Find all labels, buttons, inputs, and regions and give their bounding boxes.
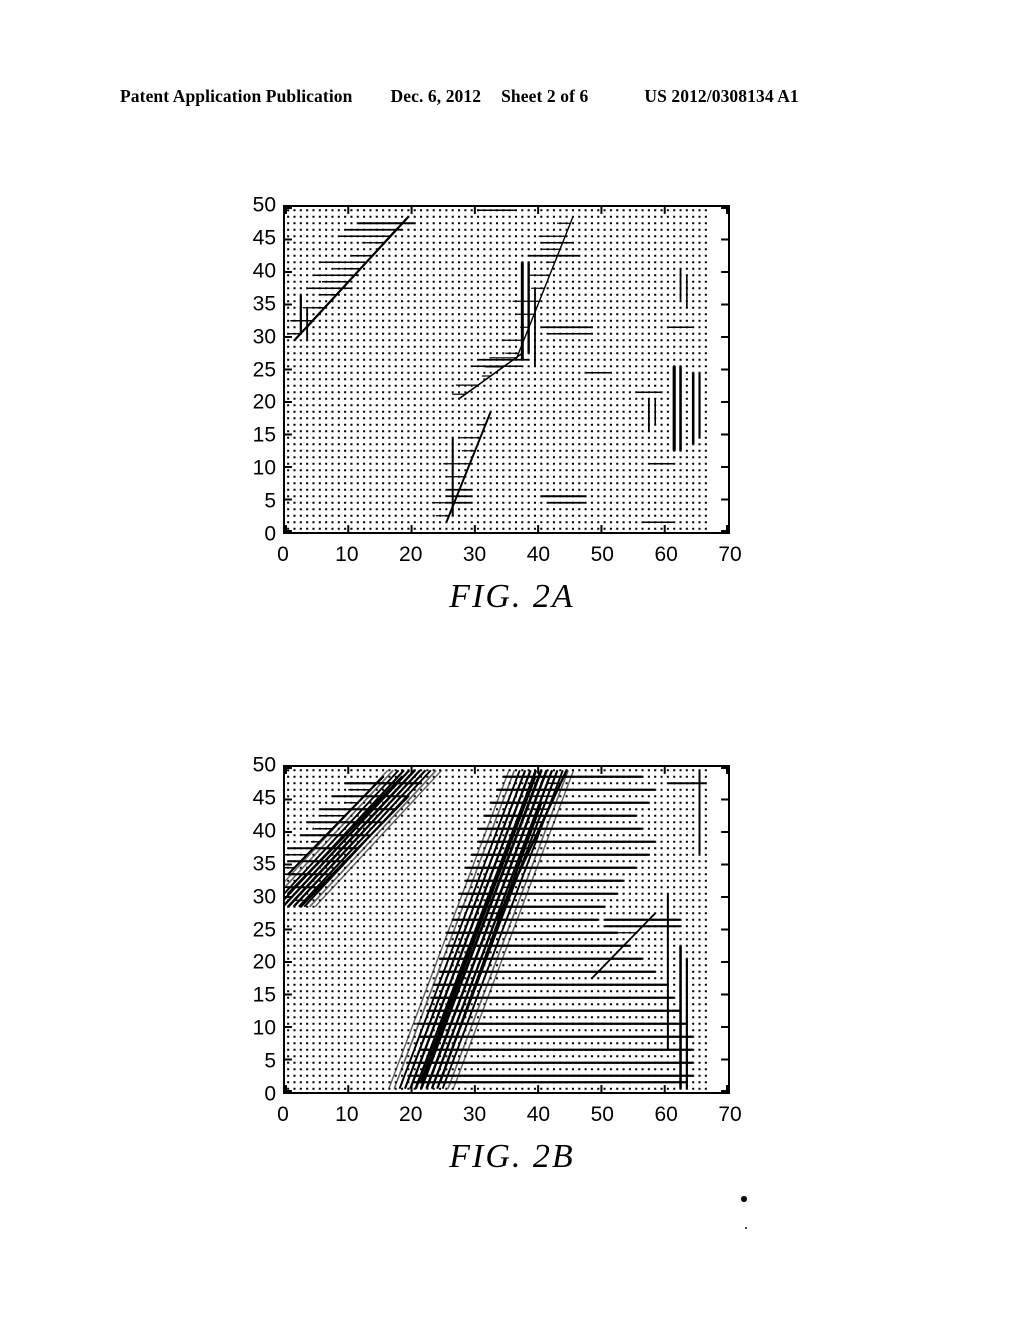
y-tick-label: 45 [252,226,276,250]
y-tick-label: 5 [264,1049,276,1073]
x-tick-label: 20 [399,543,423,566]
y-tick-label: 0 [264,522,276,546]
x-tick-label: 20 [399,1103,423,1126]
y-tick-label: 10 [252,456,276,480]
y-tick-label: 15 [252,983,276,1007]
x-tick-label: 60 [654,543,678,566]
y-tick-label: 35 [252,292,276,316]
y-tick-label: 25 [252,358,276,381]
figure-2b: 0 5 10 15 20 25 30 35 40 45 50 0 10 20 30 40 50 60 70 FIG… [0,740,1024,1176]
x-tick-label: 0 [277,1103,289,1126]
y-tick-label: 10 [252,1016,276,1040]
y-tick-label: 40 [252,819,276,843]
y-tick-label: 40 [252,259,276,283]
x-tick-label: 30 [462,1103,487,1126]
x-tick-label: 70 [718,543,742,566]
y-tick-label: 0 [264,1082,276,1106]
y-tick-label: 50 [252,193,276,217]
x-tick-label: 30 [462,543,487,566]
y-tick-label: 5 [264,489,276,513]
x-tick-label: 10 [335,1103,359,1126]
y-axis-tick-labels-2a: 0 5 10 15 20 25 30 35 40 45 50 [232,180,276,545]
y-tick-label: 50 [252,753,276,777]
y-tick-label: 30 [252,325,276,349]
y-tick-label: 25 [252,918,276,941]
x-tick-label: 40 [526,1103,551,1126]
y-tick-label: 45 [252,786,276,810]
figure-caption-2b: FIG. 2B [449,1138,575,1175]
dot-matrix-plot-2b [285,767,728,1092]
y-tick-label: 15 [252,423,276,447]
y-tick-label: 20 [252,950,276,974]
y-tick-label: 20 [252,390,276,414]
header-document-number: US 2012/0308134 A1 [644,86,799,106]
figure-caption-2a: FIG. 2A [449,578,575,615]
plot-area-2b: 0 5 10 15 20 25 30 35 40 45 50 0 10 20 30 40 50 60 70 FIG… [0,740,1024,1176]
x-tick-label: 60 [654,1103,678,1126]
page-header: Patent Application Publication Dec. 6, 2… [120,86,904,112]
x-tick-label: 0 [277,543,289,566]
figure-2a: 0 5 10 15 20 25 30 35 40 45 50 0 10 20 30 40 50 60 70 FIG… [0,180,1024,616]
x-tick-label: 10 [335,543,359,566]
plot-box-2b [283,765,730,1094]
scan-speck [745,1227,747,1229]
y-tick-label: 35 [252,852,276,876]
plot-box-2a [283,205,730,534]
y-tick-label: 30 [252,885,276,909]
x-axis-tick-labels-2a: 0 10 20 30 40 50 60 70 [277,543,742,572]
x-tick-label: 40 [526,543,551,566]
header-sheet-label: Sheet 2 of 6 [501,86,589,106]
x-tick-label: 70 [718,1103,742,1126]
header-date-label: Dec. 6, 2012 [390,86,482,106]
dot-matrix-plot-2a [285,207,728,532]
header-publication-label: Patent Application Publication [120,86,353,106]
x-tick-label: 50 [590,1103,614,1126]
plot-area-2a: 0 5 10 15 20 25 30 35 40 45 50 0 10 20 30 40 50 60 70 FIG… [0,180,1024,616]
scan-speck [741,1196,747,1202]
x-axis-tick-labels-2b: 0 10 20 30 40 50 60 70 [277,1103,742,1132]
x-tick-label: 50 [590,543,614,566]
y-axis-tick-labels-2b: 0 5 10 15 20 25 30 35 40 45 50 [232,740,276,1105]
